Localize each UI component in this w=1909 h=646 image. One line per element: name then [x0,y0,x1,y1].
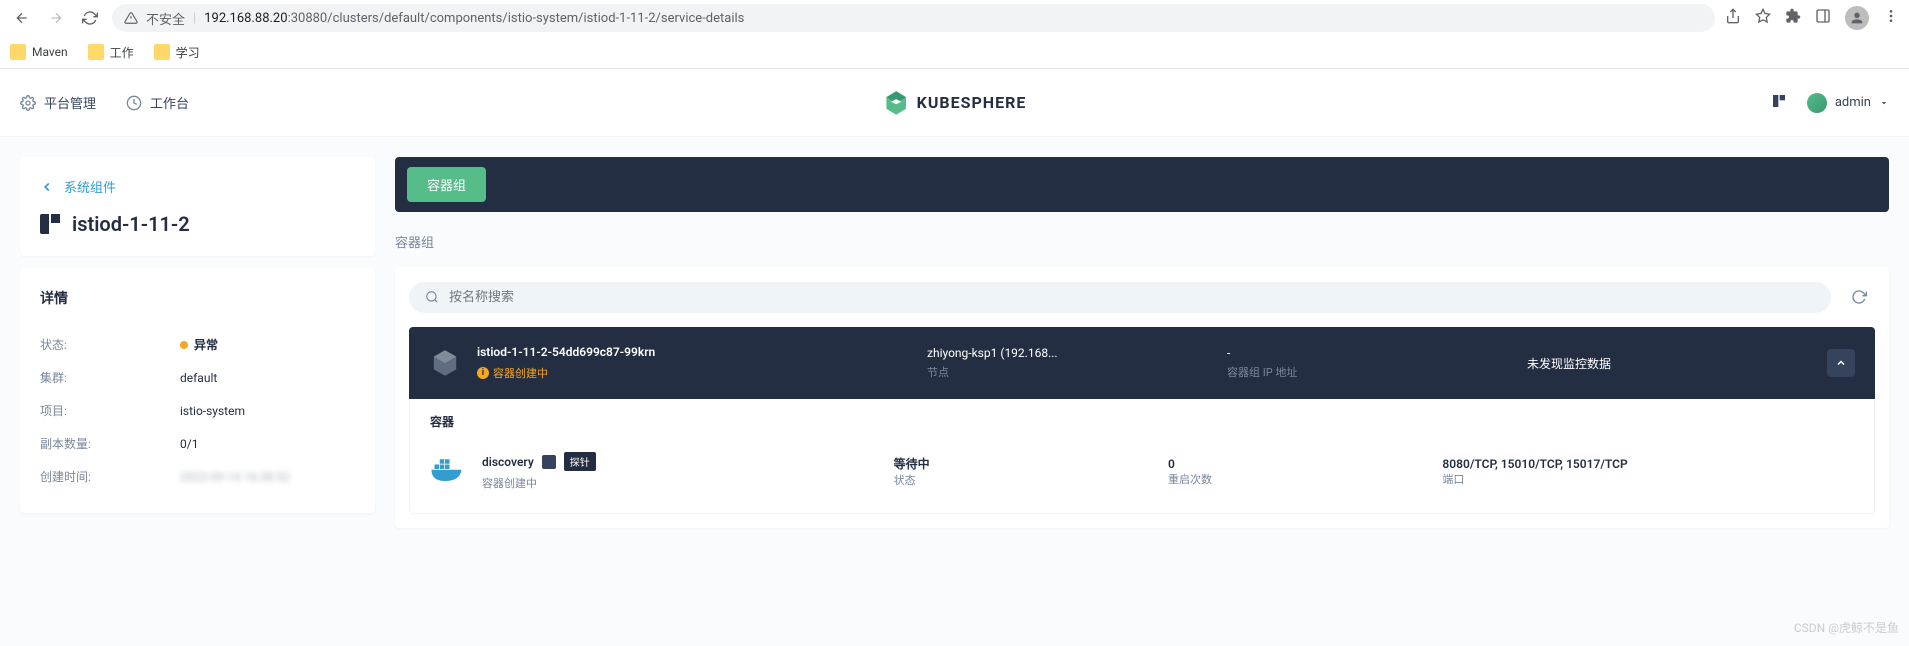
search-icon [425,290,439,304]
url-path: :30880/clusters/default/components/istio… [288,11,745,26]
side-panel-icon[interactable] [1815,8,1831,28]
container-name[interactable]: discovery [482,455,534,469]
reload-button[interactable] [78,6,102,30]
info-icon: i [477,367,489,379]
probe-badge: 探针 [564,452,596,471]
pods-card: istiod-1-11-2-54dd699c87-99krn i容器创建中 zh… [395,267,1889,528]
menu-icon[interactable] [1883,8,1899,28]
user-avatar-icon [1807,93,1827,113]
app-header: 平台管理 工作台 KUBESPHERE admin [0,69,1909,137]
detail-cluster: 集群: default [40,361,355,394]
container-section: 容器 discovery 探针 [409,399,1875,514]
kubesphere-logo-icon [883,90,909,116]
pod-ip: - [1227,346,1527,360]
sidebar: 系统组件 istiod-1-11-2 详情 状态: 异常 集群: default… [20,157,375,528]
url-bar[interactable]: 不安全 | 192.168.88.20:30880/clusters/defau… [112,4,1715,32]
logo[interactable]: KUBESPHERE [883,90,1027,116]
chevron-up-icon [1835,357,1847,369]
container-section-title: 容器 [430,413,1854,430]
tab-pods[interactable]: 容器组 [407,167,486,202]
browser-chrome: 不安全 | 192.168.88.20:30880/clusters/defau… [0,0,1909,69]
bookmark-work[interactable]: 工作 [88,44,134,61]
workbench-link[interactable]: 工作台 [126,93,189,112]
gear-icon [20,95,36,111]
collapse-button[interactable] [1827,349,1855,377]
url-security-label: 不安全 [146,9,185,28]
detail-replicas: 副本数量: 0/1 [40,427,355,460]
refresh-button[interactable] [1843,281,1875,313]
detail-project: 项目: istio-system [40,394,355,427]
detail-status: 状态: 异常 [40,328,355,361]
container-row: discovery 探针 容器创建中 等待中 状态 0 重启次数 [430,444,1854,499]
details-panel: 详情 状态: 异常 集群: default 项目: istio-system 副… [20,268,375,513]
container-ports: 8080/TCP, 15010/TCP, 15017/TCP [1442,457,1854,471]
folder-icon [88,44,104,60]
search-box[interactable] [409,282,1831,313]
docker-icon [430,458,466,486]
page-title: istiod-1-11-2 [40,212,355,236]
gauge-icon [126,95,142,111]
container-state: 等待中 [894,455,1168,472]
bookmark-maven[interactable]: Maven [10,44,68,60]
forward-button[interactable] [44,6,68,30]
bookmarks-bar: Maven 工作 学习 [0,36,1909,68]
extensions-icon[interactable] [1785,8,1801,28]
folder-icon [154,44,170,60]
breadcrumb-back[interactable]: 系统组件 [40,177,355,196]
pod-node: zhiyong-ksp1 (192.168... [927,346,1227,360]
back-button[interactable] [10,6,34,30]
bookmark-study[interactable]: 学习 [154,44,200,61]
platform-management-link[interactable]: 平台管理 [20,93,96,112]
component-icon [40,214,60,234]
content-area: 容器组 容器组 istiod-1-11-2-54dd699c [395,157,1889,528]
tab-bar: 容器组 [395,157,1889,212]
warning-icon [124,11,138,25]
section-title: 容器组 [395,232,1889,251]
share-icon[interactable] [1725,8,1741,28]
pod-name: istiod-1-11-2-54dd699c87-99krn [477,345,927,359]
layout-icon[interactable] [1771,93,1787,113]
search-input[interactable] [449,290,1815,305]
pod-monitoring: 未发现监控数据 [1527,355,1827,372]
refresh-icon [1851,289,1867,305]
pod-icon [429,347,461,379]
details-title: 详情 [40,288,355,308]
pod-row[interactable]: istiod-1-11-2-54dd699c87-99krn i容器创建中 zh… [409,327,1875,399]
watermark: CSDN @虎鲸不是鱼 [1794,619,1899,636]
chevron-down-icon [1879,98,1889,108]
browser-toolbar: 不安全 | 192.168.88.20:30880/clusters/defau… [0,0,1909,36]
star-icon[interactable] [1755,8,1771,28]
user-menu[interactable]: admin [1807,93,1889,113]
main-layout: 系统组件 istiod-1-11-2 详情 状态: 异常 集群: default… [0,137,1909,548]
profile-avatar[interactable] [1845,6,1869,30]
container-restarts: 0 [1168,457,1442,471]
folder-icon [10,44,26,60]
detail-created: 创建时间: 2022-09-14 16:38:52 [40,460,355,493]
chevron-left-icon [40,180,54,194]
status-dot-warning [180,341,188,349]
file-icon[interactable] [542,455,556,469]
url-host: 192.168.88.20 [204,11,287,26]
